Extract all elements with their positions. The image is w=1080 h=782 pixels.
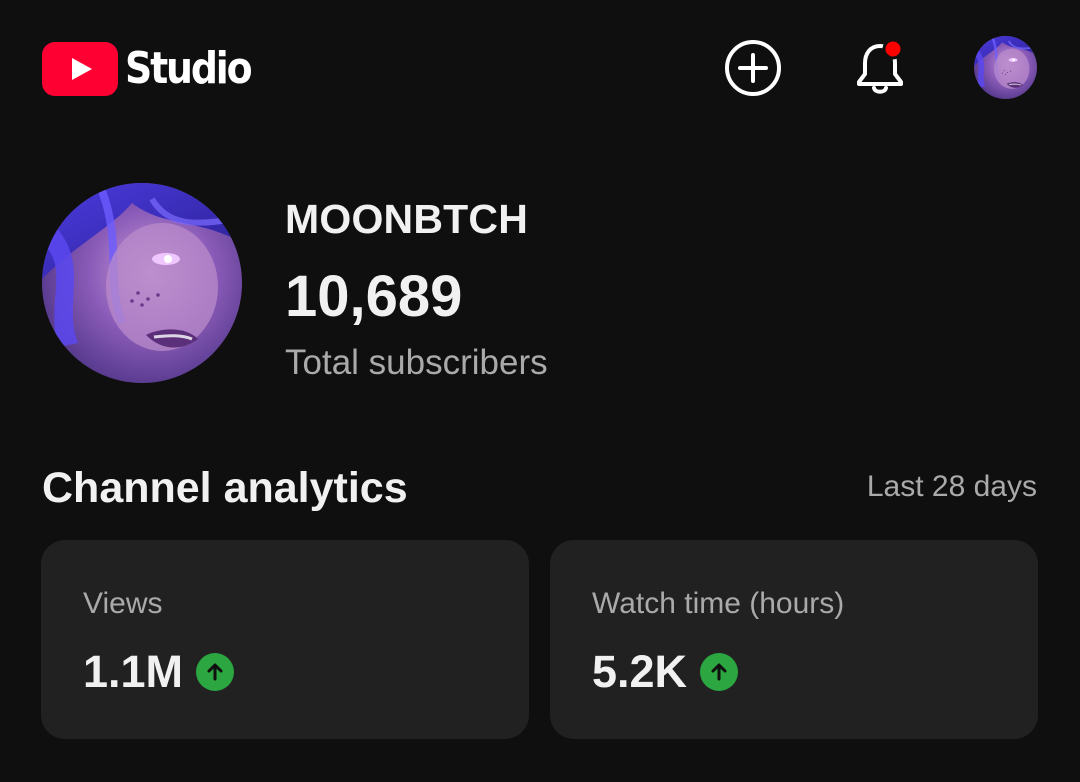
studio-logo[interactable]: Studio: [42, 40, 271, 98]
views-card[interactable]: Views 1.1M: [41, 540, 529, 739]
notification-dot: [882, 38, 904, 60]
watch-time-label: Watch time (hours): [592, 587, 845, 620]
account-avatar[interactable]: [974, 36, 1037, 99]
add-circle-icon: [725, 40, 781, 96]
top-app-bar: Studio: [0, 0, 1080, 140]
youtube-play-icon: [42, 42, 118, 96]
views-label: Views: [83, 587, 163, 620]
subscriber-label: Total subscribers: [285, 343, 548, 382]
watch-time-metric: 5.2K: [592, 643, 739, 701]
logo-text: Studio: [125, 43, 253, 94]
bell-icon: [857, 38, 904, 94]
watch-time-value: 5.2K: [592, 646, 688, 697]
arrow-up-icon: [196, 653, 235, 691]
channel-name: MOONBTCH: [285, 196, 529, 242]
channel-analytics-title: Channel analytics: [42, 464, 408, 512]
subscriber-count: 10,689: [285, 264, 463, 329]
notifications-button[interactable]: [848, 36, 912, 100]
arrow-up-icon: [700, 653, 739, 691]
watch-time-card[interactable]: Watch time (hours) 5.2K: [550, 540, 1038, 739]
views-value: 1.1M: [83, 646, 184, 697]
date-range-label: Last 28 days: [866, 470, 1037, 503]
channel-avatar: [42, 183, 242, 383]
create-button[interactable]: [721, 36, 785, 100]
views-metric: 1.1M: [83, 643, 235, 701]
